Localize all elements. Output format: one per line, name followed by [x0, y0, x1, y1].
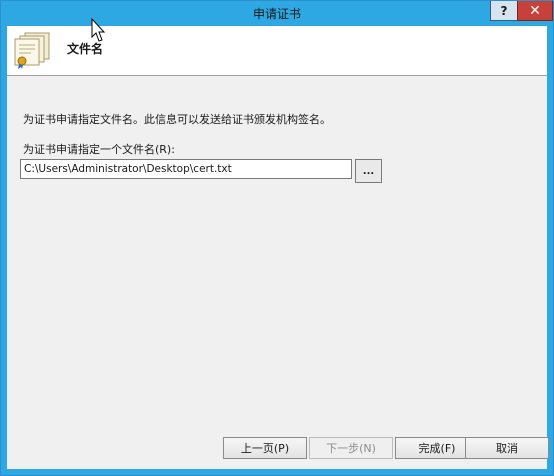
previous-button[interactable]: 上一页(P) [223, 437, 307, 459]
description-text: 为证书申请指定文件名。此信息可以发送给证书颁发机构签名。 [23, 113, 331, 126]
filename-label: 为证书申请指定一个文件名(R): [23, 143, 175, 156]
title-bar[interactable]: 申请证书 ? ✕ [1, 1, 553, 25]
filename-input[interactable] [20, 159, 352, 179]
certificate-icon [14, 32, 50, 69]
close-button[interactable]: ✕ [517, 1, 553, 21]
wizard-header: 文件名 [7, 26, 547, 76]
browse-button[interactable]: ... [355, 159, 382, 183]
cancel-button[interactable]: 取消 [465, 437, 549, 459]
dialog-client-area: 文件名 为证书申请指定文件名。此信息可以发送给证书颁发机构签名。 为证书申请指定… [7, 26, 549, 469]
next-button[interactable]: 下一步(N) [309, 437, 393, 459]
help-button[interactable]: ? [490, 1, 518, 21]
window-title: 申请证书 [252, 7, 301, 21]
dialog-window: 申请证书 ? ✕ 文件名 为证书申请指定文件名。此信息可以发送给证书颁发机构签名… [0, 0, 554, 476]
mouse-cursor-icon [91, 18, 106, 42]
